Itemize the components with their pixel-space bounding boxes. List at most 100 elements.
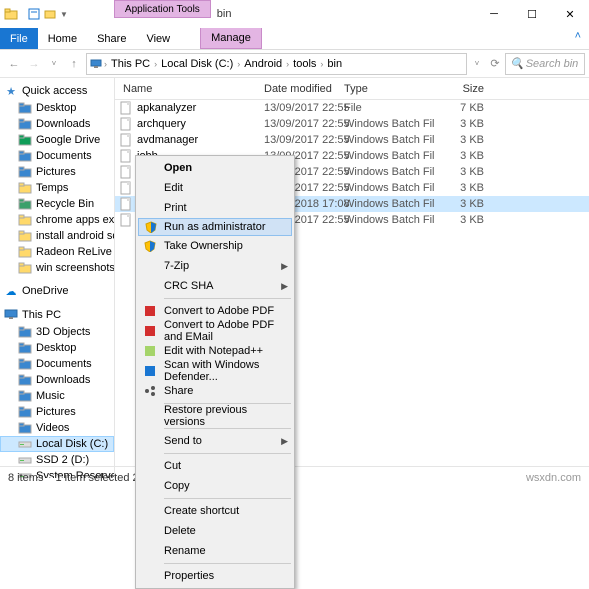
sidebar-item[interactable]: Downloads: [0, 116, 114, 132]
breadcrumb-item[interactable]: Android: [241, 54, 285, 74]
context-menu[interactable]: OpenEditPrint Run as administrator Take Ow…: [135, 155, 295, 589]
context-menu-item[interactable]: Copy: [138, 476, 292, 496]
column-headers[interactable]: Name Date modified Type Size: [115, 78, 589, 100]
sidebar-item[interactable]: Downloads: [0, 372, 114, 388]
context-menu-item[interactable]: Restore previous versions: [138, 406, 292, 426]
maximize-button[interactable]: ☐: [513, 0, 551, 28]
sidebar-item[interactable]: win screenshots: [0, 260, 114, 276]
column-date[interactable]: Date modified: [264, 83, 344, 95]
context-item-label: Delete: [164, 525, 196, 537]
file-row[interactable]: avdmanager13/09/2017 22:55Windows Batch …: [115, 132, 589, 148]
sidebar-item[interactable]: Temps: [0, 180, 114, 196]
context-item-label: Take Ownership: [164, 240, 243, 252]
sidebar-item[interactable]: Desktop: [0, 340, 114, 356]
qat-new-folder-icon[interactable]: [44, 8, 56, 20]
sidebar-quick-access[interactable]: ★Quick access: [0, 82, 114, 100]
context-menu-item[interactable]: Convert to Adobe PDF and EMail: [138, 321, 292, 341]
context-menu-item[interactable]: Cut: [138, 456, 292, 476]
sidebar-item-label: Recycle Bin: [36, 198, 94, 210]
column-name[interactable]: Name: [119, 83, 264, 95]
file-icon: [119, 165, 133, 179]
column-size[interactable]: Size: [434, 83, 494, 95]
folder-icon: [18, 261, 32, 275]
breadcrumb-item[interactable]: tools: [290, 54, 319, 74]
context-menu-item[interactable]: Share: [138, 381, 292, 401]
context-menu-item[interactable]: Edit: [138, 178, 292, 198]
context-separator: [164, 428, 291, 429]
context-menu-item[interactable]: Scan with Windows Defender...: [138, 361, 292, 381]
minimize-button[interactable]: ─: [475, 0, 513, 28]
sidebar-item[interactable]: Recycle Bin: [0, 196, 114, 212]
context-separator: [164, 453, 291, 454]
tab-manage[interactable]: Manage: [200, 28, 262, 49]
sidebar-item[interactable]: Radeon ReLive: [0, 244, 114, 260]
sidebar-item[interactable]: chrome apps extens: [0, 212, 114, 228]
sidebar-item[interactable]: Documents: [0, 356, 114, 372]
watermark: wsxdn.com: [526, 472, 581, 484]
context-menu-item[interactable]: Properties: [138, 566, 292, 586]
sidebar-item[interactable]: Pictures: [0, 164, 114, 180]
navigation-pane[interactable]: ★Quick access DesktopDownloadsGoogle Dri…: [0, 78, 115, 478]
context-menu-item[interactable]: Take Ownership: [138, 236, 292, 256]
context-menu-item[interactable]: Send to▶: [138, 431, 292, 451]
breadcrumb-item[interactable]: bin: [324, 54, 345, 74]
nav-up-button[interactable]: ↑: [64, 54, 84, 74]
qat-properties-icon[interactable]: [28, 8, 40, 20]
file-row[interactable]: archquery13/09/2017 22:55Windows Batch F…: [115, 116, 589, 132]
file-size: 3 KB: [434, 182, 494, 194]
context-item-label: Convert to Adobe PDF and EMail: [164, 319, 288, 343]
tab-home[interactable]: Home: [38, 28, 87, 49]
search-input[interactable]: 🔍Search bin: [505, 53, 585, 75]
sidebar-item[interactable]: Music: [0, 388, 114, 404]
context-menu-item[interactable]: Convert to Adobe PDF: [138, 301, 292, 321]
file-size: 7 KB: [434, 102, 494, 114]
sidebar-item[interactable]: Videos: [0, 420, 114, 436]
context-menu-item[interactable]: Print: [138, 198, 292, 218]
tab-file[interactable]: File: [0, 28, 38, 49]
breadcrumb-item[interactable]: This PC: [108, 54, 153, 74]
context-menu-item[interactable]: Run as administrator: [138, 218, 292, 236]
history-dropdown-icon[interactable]: ˅: [469, 59, 485, 68]
context-menu-item[interactable]: Delete: [138, 521, 292, 541]
sidebar-item[interactable]: Desktop: [0, 100, 114, 116]
file-date: 13/09/2017 22:55: [264, 134, 344, 146]
sidebar-item-label: SSD 2 (D:): [36, 454, 89, 466]
sidebar-item[interactable]: install android sdk: [0, 228, 114, 244]
sidebar-item-label: Temps: [36, 182, 68, 194]
sidebar-this-pc[interactable]: This PC: [0, 306, 114, 324]
context-menu-item[interactable]: Create shortcut: [138, 501, 292, 521]
file-row[interactable]: apkanalyzer13/09/2017 22:55File7 KB: [115, 100, 589, 116]
file-size: 3 KB: [434, 166, 494, 178]
nav-recent-button[interactable]: ˅: [44, 54, 64, 74]
video-icon: [18, 421, 32, 435]
column-type[interactable]: Type: [344, 83, 434, 95]
close-button[interactable]: ✕: [551, 0, 589, 28]
file-icon: [119, 101, 133, 115]
ribbon-tabs: File Home Share View Manage ˄: [0, 28, 589, 50]
file-type: Windows Batch File: [344, 134, 434, 146]
sidebar-item-label: win screenshots: [36, 262, 114, 274]
status-item-count: 8 items: [8, 472, 43, 484]
context-menu-item[interactable]: Open: [138, 158, 292, 178]
folder-icon: [18, 245, 32, 259]
sidebar-item[interactable]: Pictures: [0, 404, 114, 420]
sidebar-item[interactable]: Local Disk (C:): [0, 436, 114, 452]
refresh-button[interactable]: ⟳: [487, 57, 503, 70]
tab-share[interactable]: Share: [87, 28, 136, 49]
ribbon-expand-icon[interactable]: ˄: [567, 28, 589, 49]
sidebar-item[interactable]: Google Drive: [0, 132, 114, 148]
context-menu-item[interactable]: 7-Zip▶: [138, 256, 292, 276]
context-menu-item[interactable]: Edit with Notepad++: [138, 341, 292, 361]
sidebar-item[interactable]: Documents: [0, 148, 114, 164]
qat-dropdown-icon[interactable]: ▼: [60, 10, 68, 19]
nav-forward-button[interactable]: →: [24, 54, 44, 74]
tab-view[interactable]: View: [136, 28, 180, 49]
sidebar-item[interactable]: 3D Objects: [0, 324, 114, 340]
breadcrumb[interactable]: › This PC› Local Disk (C:)› Android› too…: [86, 53, 467, 75]
nav-back-button[interactable]: ←: [4, 54, 24, 74]
sidebar-onedrive[interactable]: ☁OneDrive: [0, 282, 114, 300]
context-item-label: Run as administrator: [164, 221, 266, 233]
context-menu-item[interactable]: CRC SHA▶: [138, 276, 292, 296]
context-menu-item[interactable]: Rename: [138, 541, 292, 561]
breadcrumb-item[interactable]: Local Disk (C:): [158, 54, 236, 74]
